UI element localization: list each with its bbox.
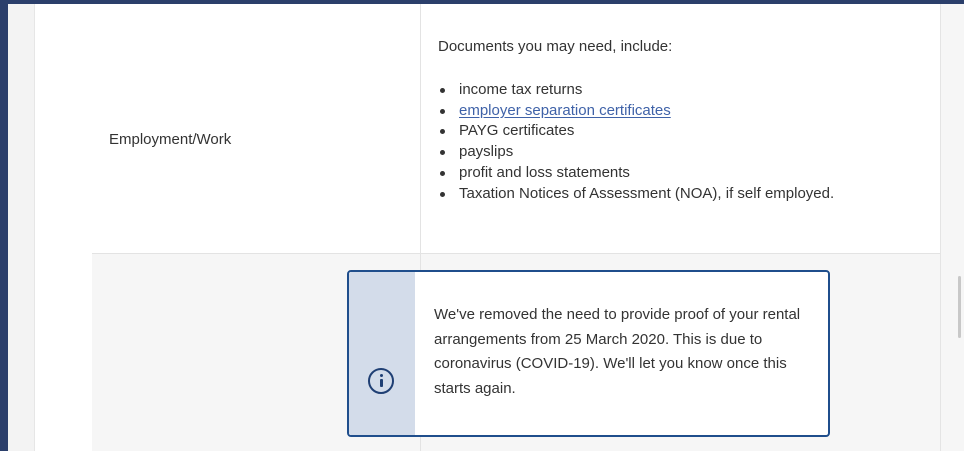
documents-intro: Documents you may need, include: — [438, 38, 673, 55]
list-item-text: PAYG certificates — [459, 122, 575, 140]
table-cell-documents: Documents you may need, include: income … — [421, 4, 940, 253]
list-item: income tax returns — [438, 80, 834, 101]
list-item: profit and loss statements — [438, 163, 834, 184]
callout-message: We've removed the need to provide proof … — [434, 306, 801, 397]
info-callout: We've removed the need to provide proof … — [347, 270, 830, 437]
list-item: PAYG certificates — [438, 121, 834, 142]
list-item[interactable]: employer separation certificates — [438, 101, 834, 122]
page-left-margin — [8, 4, 35, 451]
callout-icon-strip — [349, 272, 415, 435]
list-item-text: Taxation Notices of Assessment (NOA), if… — [459, 184, 835, 202]
list-item: Taxation Notices of Assessment (NOA), if… — [438, 184, 834, 205]
list-item: payslips — [438, 142, 834, 163]
category-label: Employment/Work — [109, 131, 232, 148]
info-icon — [368, 368, 394, 394]
list-item-text: income tax returns — [459, 81, 583, 98]
viewport-frame-left — [0, 0, 8, 451]
list-item-text: profit and loss statements — [459, 163, 630, 181]
page-right-margin — [940, 4, 964, 451]
scrollbar-thumb[interactable] — [958, 276, 961, 338]
employer-separation-certificates-link[interactable]: employer separation certificates — [459, 102, 671, 119]
table-cell-category: Employment/Work — [92, 4, 421, 253]
list-item-text: payslips — [459, 143, 514, 161]
documents-list: income tax returns employer separation c… — [438, 80, 834, 204]
